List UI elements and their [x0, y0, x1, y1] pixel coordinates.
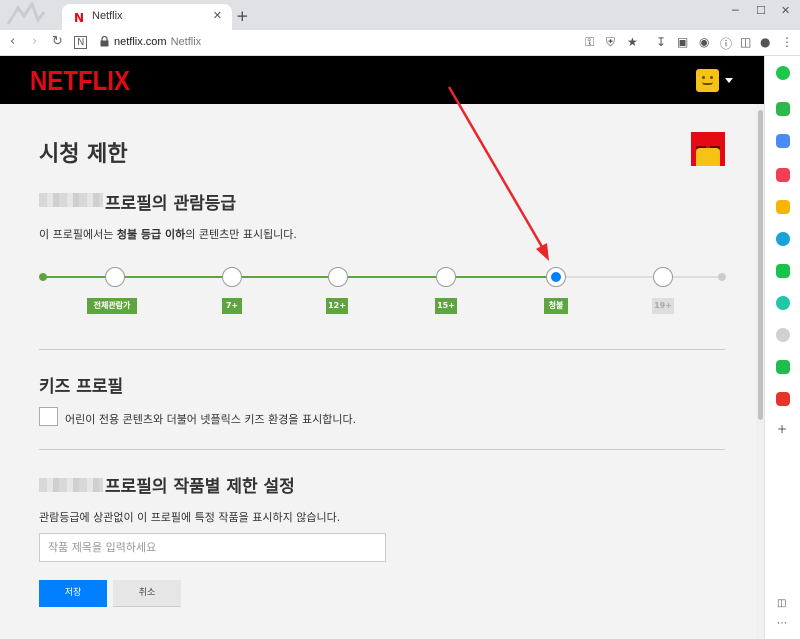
side-app-icon[interactable]	[776, 134, 790, 148]
side-app-icon[interactable]	[776, 66, 790, 80]
tab-close-icon[interactable]: ✕	[213, 9, 222, 22]
netflix-header: NETFLIX	[0, 56, 764, 104]
rating-node-19[interactable]	[653, 267, 673, 287]
side-app-icon[interactable]	[776, 102, 790, 116]
maturity-section-title: 프로필의 관람등급	[105, 194, 237, 214]
reader-mode-icon[interactable]: N	[74, 36, 88, 49]
side-app-icon[interactable]	[776, 392, 790, 406]
kids-profile-checkbox[interactable]	[39, 407, 58, 426]
netflix-favicon-icon: N	[74, 11, 85, 25]
address-toolbar: ‹ › ↻ N netflix.com Netflix ⚿ ⛨ ★ ↧ ▣ ◉ ⓘ…	[0, 30, 800, 56]
rating-node-all[interactable]	[105, 267, 125, 287]
camera-icon[interactable]: ◉	[699, 35, 709, 49]
maturity-desc-prefix: 이 프로필에서는	[39, 228, 117, 241]
selected-indicator	[551, 272, 561, 282]
rating-node-15[interactable]	[436, 267, 456, 287]
scrollbar-thumb[interactable]	[758, 110, 763, 420]
maturity-description: 이 프로필에서는 청불 등급 이하의 콘텐츠만 표시됩니다.	[39, 226, 297, 242]
browser-decoration-icon	[6, 2, 46, 25]
download-icon[interactable]: ↧	[656, 35, 666, 49]
close-window-button[interactable]: ✕	[781, 4, 790, 17]
browser-tab-bar: N Netflix ✕ + ─ ☐ ✕	[0, 0, 800, 30]
rating-label-15[interactable]: 15+	[435, 298, 457, 314]
profile-avatar	[691, 132, 725, 166]
panel-toggle-icon[interactable]: ◫	[777, 598, 786, 609]
browser-side-panel: + ◫ ⋯	[764, 56, 800, 639]
restrictions-description: 관람등급에 상관없이 이 프로필에 특정 작품을 표시하지 않습니다.	[39, 511, 341, 524]
profile-avatar-icon[interactable]: ●	[760, 35, 770, 49]
restrictions-section-title: 프로필의 작품별 제한 설정	[105, 477, 295, 497]
shield-icon[interactable]: ⛨	[606, 35, 615, 50]
more-icon[interactable]: ⋯	[777, 618, 787, 629]
avatar-eye	[702, 76, 705, 79]
slider-start-dot	[39, 273, 47, 281]
lock-icon	[100, 36, 109, 47]
avatar-mouth	[702, 82, 713, 85]
avatar-face	[696, 148, 720, 166]
netflix-logo[interactable]: NETFLIX	[30, 66, 130, 98]
add-panel-icon[interactable]: +	[777, 422, 787, 436]
kids-section-title: 키즈 프로필	[39, 377, 124, 397]
tab-netflix[interactable]: N Netflix ✕	[62, 4, 232, 30]
star-icon[interactable]: ★	[627, 35, 638, 49]
side-app-icon[interactable]	[776, 168, 790, 182]
rating-node-7[interactable]	[222, 267, 242, 287]
blurred-profile-name	[39, 478, 103, 492]
maturity-desc-level: 청불 등급 이하	[116, 228, 186, 241]
url-host: netflix.com	[114, 36, 167, 48]
back-icon[interactable]: ‹	[10, 34, 15, 49]
rating-label-all[interactable]: 전체관람가	[87, 298, 137, 314]
menu-icon[interactable]: ⋮	[781, 35, 793, 49]
rating-label-19[interactable]: 19+	[652, 298, 674, 314]
section-divider	[39, 349, 725, 350]
rating-label-12[interactable]: 12+	[326, 298, 348, 314]
maximize-button[interactable]: ☐	[756, 4, 766, 17]
info-icon[interactable]: ⓘ	[720, 35, 732, 52]
page-title: 시청 제한	[39, 142, 128, 167]
side-app-icon[interactable]	[776, 296, 790, 310]
url-field[interactable]: netflix.com Netflix	[114, 36, 201, 48]
key-icon[interactable]: ⚿	[585, 35, 594, 50]
side-app-icon[interactable]	[776, 264, 790, 278]
tab-title: Netflix	[92, 10, 123, 22]
maturity-desc-suffix: 의 콘텐츠만 표시됩니다.	[185, 228, 297, 241]
account-avatar[interactable]	[696, 69, 719, 92]
side-app-icon[interactable]	[776, 360, 790, 374]
url-site-name: Netflix	[170, 36, 202, 48]
save-button[interactable]: 저장	[39, 580, 107, 607]
account-dropdown-caret-icon[interactable]	[725, 78, 733, 83]
side-app-icon[interactable]	[776, 232, 790, 246]
minimize-button[interactable]: ─	[732, 4, 739, 17]
section-divider	[39, 449, 725, 450]
slider-track-inactive	[556, 276, 722, 278]
slider-end-dot	[718, 273, 726, 281]
sidebar-toggle-icon[interactable]: ◫	[740, 35, 751, 49]
rating-label-adult[interactable]: 청불	[544, 298, 568, 314]
side-app-icon[interactable]	[776, 200, 790, 214]
blurred-profile-name	[39, 193, 103, 207]
forward-icon[interactable]: ›	[32, 34, 37, 49]
rating-node-adult-selected[interactable]	[546, 267, 566, 287]
cancel-button[interactable]: 취소	[113, 580, 181, 607]
reload-icon[interactable]: ↻	[52, 34, 63, 49]
title-search-input[interactable]	[39, 533, 386, 562]
kids-checkbox-label[interactable]: 어린이 전용 콘텐츠와 더불어 넷플릭스 키즈 환경을 표시합니다.	[65, 411, 356, 427]
avatar-eye	[710, 76, 713, 79]
rating-node-12[interactable]	[328, 267, 348, 287]
new-tab-button[interactable]: +	[236, 7, 249, 25]
video-icon[interactable]: ▣	[677, 35, 688, 49]
rating-label-7[interactable]: 7+	[222, 298, 242, 314]
side-app-icon[interactable]	[776, 328, 790, 342]
